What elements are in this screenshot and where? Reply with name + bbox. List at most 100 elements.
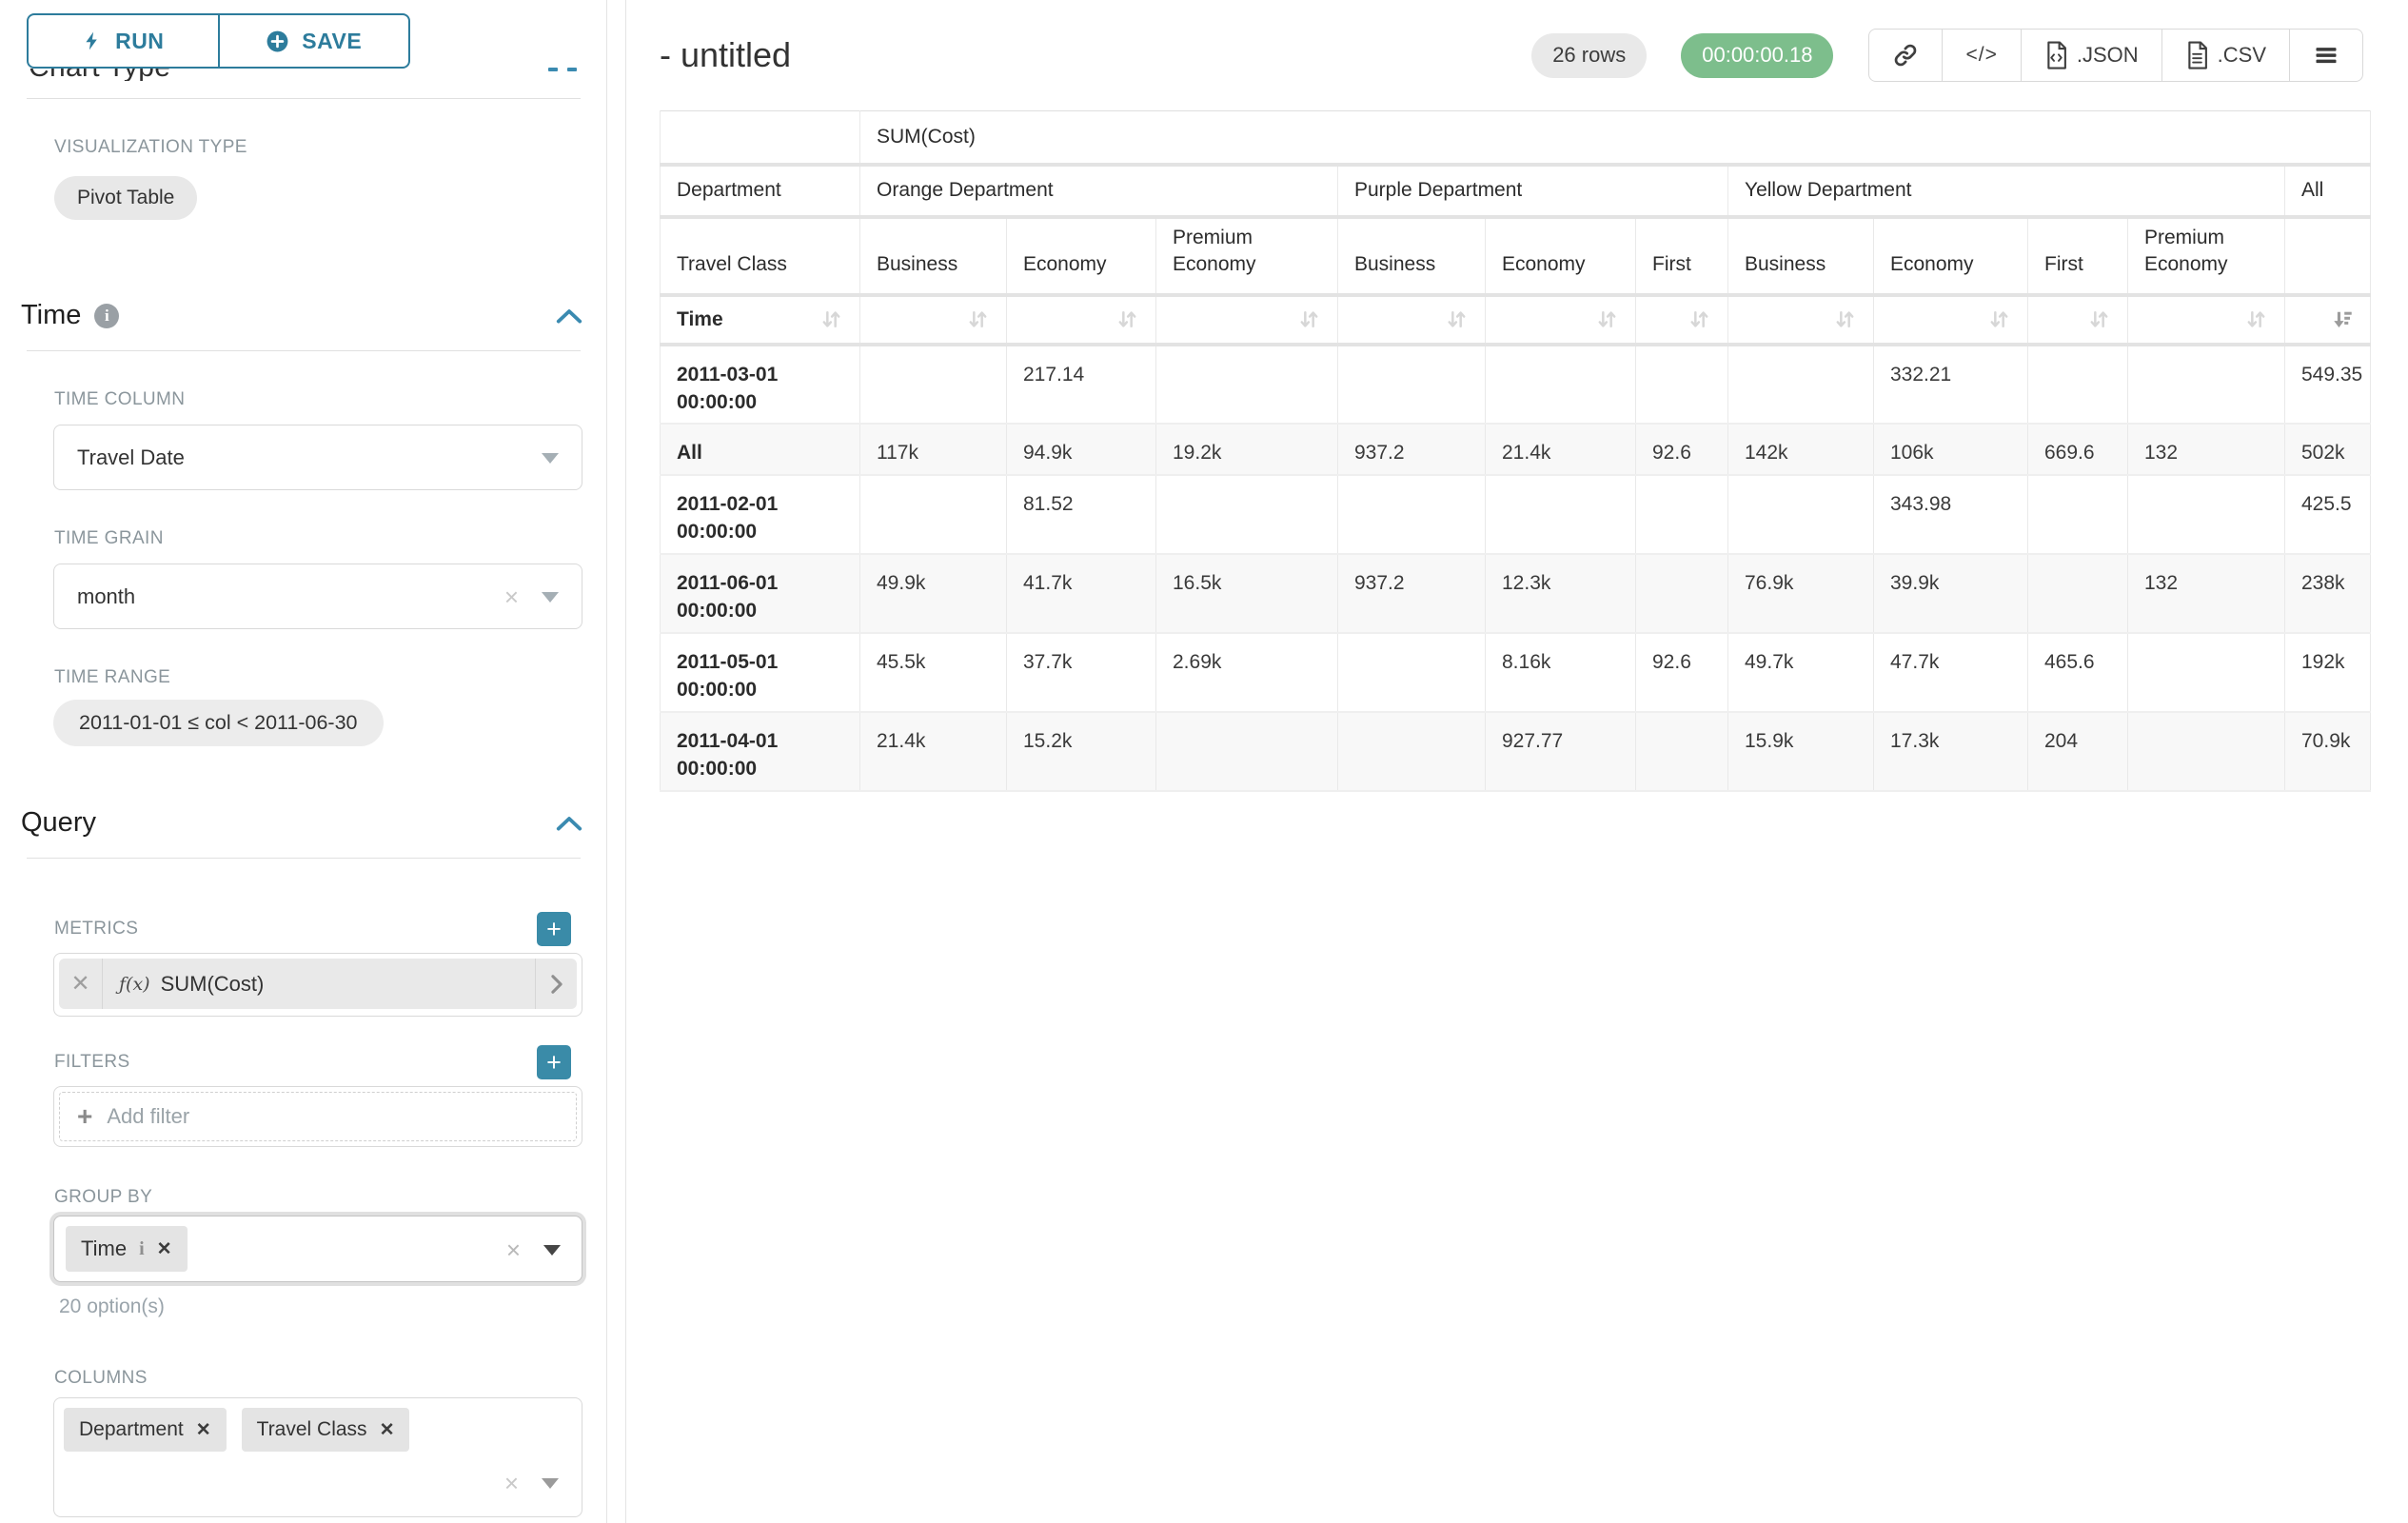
time-column-value: Travel Date — [77, 445, 185, 470]
info-icon[interactable]: i — [139, 1238, 145, 1260]
chart-title[interactable]: - untitled — [660, 35, 791, 75]
column-group-header: Purple Department — [1338, 165, 1728, 217]
chart-type-heading-clipped: Chart Type — [29, 69, 606, 81]
column-sort-header[interactable] — [1156, 295, 1338, 345]
save-button-label: SAVE — [302, 29, 362, 54]
chevron-up-icon[interactable] — [555, 307, 583, 325]
value-cell — [860, 345, 1007, 424]
export-csv-button[interactable]: .CSV — [2161, 30, 2289, 81]
value-cell: 92.6 — [1636, 424, 1728, 475]
clear-icon[interactable]: × — [504, 1471, 519, 1495]
value-cell: 142k — [1728, 424, 1874, 475]
divider — [27, 98, 581, 99]
sort-descending-icon — [2330, 307, 2354, 331]
sort-icon — [1595, 307, 1619, 331]
column-subheader: First — [2028, 217, 2128, 295]
value-cell: 332.21 — [1874, 345, 2028, 424]
table-row: 2011-04-01 00:00:0021.4k15.2k927.7715.9k… — [661, 712, 2371, 791]
columns-tag[interactable]: Department ✕ — [64, 1408, 227, 1452]
pivot-corner-cell — [661, 111, 860, 165]
remove-tag-icon[interactable]: ✕ — [196, 1419, 211, 1441]
viz-type-label: VISUALIZATION TYPE — [54, 137, 606, 158]
column-sort-header[interactable] — [860, 295, 1007, 345]
column-subheader — [2285, 217, 2371, 295]
group-by-tag[interactable]: Time i ✕ — [66, 1226, 188, 1272]
column-sort-header[interactable] — [1007, 295, 1156, 345]
column-subheader: Economy — [1486, 217, 1636, 295]
table-row: 2011-03-01 00:00:00217.14332.21549.35 — [661, 345, 2371, 424]
query-timer-badge: 00:00:00.18 — [1681, 33, 1833, 78]
metric-header-cell: SUM(Cost) — [860, 111, 2371, 165]
info-icon[interactable]: i — [94, 304, 119, 328]
column-sort-header[interactable] — [1338, 295, 1486, 345]
column-sort-header[interactable] — [1486, 295, 1636, 345]
run-button[interactable]: RUN — [27, 13, 220, 69]
chevron-up-icon[interactable] — [555, 815, 583, 832]
lightning-icon — [82, 30, 103, 52]
columns-tag[interactable]: Travel Class ✕ — [242, 1408, 410, 1452]
row-count-badge: 26 rows — [1531, 33, 1647, 78]
value-cell: 12.3k — [1486, 554, 1636, 633]
row-label-cell: 2011-02-01 00:00:00 — [661, 475, 860, 554]
group-by-select[interactable]: Time i ✕ × — [53, 1216, 582, 1282]
value-cell — [1636, 475, 1728, 554]
column-sort-header[interactable] — [2028, 295, 2128, 345]
column-group-header: Yellow Department — [1728, 165, 2285, 217]
view-query-button[interactable]: </> — [1942, 30, 2020, 81]
add-filter-placeholder: Add filter — [107, 1104, 189, 1129]
column-sort-header[interactable] — [1728, 295, 1874, 345]
metrics-label: METRICS — [54, 919, 138, 940]
table-row: 2011-06-01 00:00:0049.9k41.7k16.5k937.21… — [661, 554, 2371, 633]
value-cell — [1636, 345, 1728, 424]
caret-down-icon — [542, 592, 559, 603]
pivot-table: SUM(Cost)DepartmentOrange DepartmentPurp… — [660, 110, 2371, 792]
remove-metric-icon[interactable]: ✕ — [59, 959, 103, 1009]
code-icon: </> — [1965, 44, 1997, 67]
viz-type-pill[interactable]: Pivot Table — [54, 176, 197, 220]
metric-pill[interactable]: ✕ ƒ(x) SUM(Cost) — [59, 959, 577, 1009]
group-by-options-hint: 20 option(s) — [59, 1296, 606, 1318]
share-link-button[interactable] — [1869, 30, 1942, 81]
expand-metric-icon[interactable] — [535, 959, 577, 1009]
sort-icon — [1987, 307, 2011, 331]
sort-icon — [966, 307, 990, 331]
column-sort-header[interactable] — [1874, 295, 2028, 345]
value-cell: 15.9k — [1728, 712, 1874, 791]
column-subheader: Business — [860, 217, 1007, 295]
panel-divider[interactable] — [606, 0, 607, 1523]
time-column-select[interactable]: Travel Date — [53, 425, 582, 490]
save-button[interactable]: SAVE — [218, 13, 411, 69]
group-by-label: GROUP BY — [54, 1187, 606, 1208]
sort-icon — [1445, 307, 1469, 331]
metric-name: SUM(Cost) — [161, 972, 265, 997]
more-options-button[interactable] — [2289, 30, 2362, 81]
export-json-button[interactable]: .JSON — [2021, 30, 2161, 81]
table-row: SUM(Cost) — [661, 111, 2371, 165]
caret-down-icon — [543, 1245, 561, 1256]
time-range-value: 2011-01-01 ≤ col < 2011-06-30 — [79, 711, 358, 735]
remove-tag-icon[interactable]: ✕ — [157, 1238, 172, 1260]
time-grain-select[interactable]: month × — [53, 564, 582, 629]
value-cell — [1636, 554, 1728, 633]
add-filter-button[interactable]: + — [537, 1045, 571, 1079]
add-metric-button[interactable]: + — [537, 912, 571, 946]
columns-tag-label: Department — [79, 1418, 184, 1441]
value-cell: 204 — [2028, 712, 2128, 791]
columns-select[interactable]: Department ✕ Travel Class ✕ × — [53, 1397, 582, 1517]
columns-tag-label: Travel Class — [257, 1418, 367, 1441]
time-range-pill[interactable]: 2011-01-01 ≤ col < 2011-06-30 — [53, 700, 384, 746]
column-sort-header[interactable] — [2128, 295, 2285, 345]
remove-tag-icon[interactable]: ✕ — [380, 1419, 395, 1441]
time-sort-header[interactable]: Time — [661, 295, 860, 345]
add-filter-dropzone[interactable]: + Add filter — [59, 1092, 577, 1141]
all-column-sort-header-active[interactable] — [2285, 295, 2371, 345]
json-file-icon — [2044, 41, 2068, 69]
column-sort-header[interactable] — [1636, 295, 1728, 345]
panel-icon-fragment — [567, 68, 577, 71]
clear-icon[interactable]: × — [504, 584, 519, 609]
clear-icon[interactable]: × — [506, 1237, 521, 1262]
value-cell: 937.2 — [1338, 554, 1486, 633]
export-json-label: .JSON — [2077, 43, 2139, 68]
run-button-label: RUN — [115, 29, 164, 54]
value-cell — [1728, 345, 1874, 424]
